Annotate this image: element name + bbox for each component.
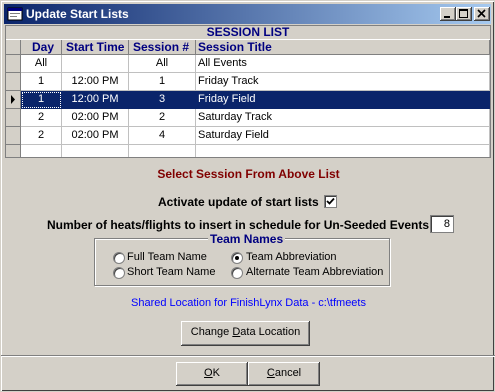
radio-selected-dot bbox=[235, 256, 239, 260]
activate-update-checkbox[interactable] bbox=[324, 195, 337, 208]
button-label-part: Change bbox=[190, 326, 233, 338]
cell-start-time: 02:00 PM bbox=[62, 127, 129, 145]
cancel-button[interactable]: Cancel bbox=[248, 362, 320, 386]
close-button[interactable] bbox=[474, 7, 490, 21]
button-label-part: ata Location bbox=[240, 326, 301, 338]
cell-session-number: 3 bbox=[129, 91, 196, 109]
cell-start-time: 12:00 PM bbox=[62, 91, 129, 109]
radio-full-team-name[interactable] bbox=[113, 252, 125, 264]
cell-day: All bbox=[21, 55, 62, 73]
shared-location-text: Shared Location for FinishLynx Data - c:… bbox=[131, 297, 366, 309]
cell-start-time bbox=[62, 145, 129, 157]
cell-session-title bbox=[196, 145, 490, 157]
grid-corner bbox=[6, 40, 21, 55]
footer-separator bbox=[1, 355, 495, 357]
checkmark-icon bbox=[326, 197, 335, 205]
row-indicator bbox=[6, 145, 21, 157]
change-data-location-button[interactable]: Change Data Location bbox=[181, 321, 310, 346]
cell-day bbox=[21, 145, 62, 157]
column-header-day[interactable]: Day bbox=[21, 40, 62, 55]
maximize-icon bbox=[459, 9, 468, 18]
app-icon bbox=[7, 7, 23, 21]
close-icon bbox=[477, 9, 486, 18]
radio-label-short-team-name[interactable]: Short Team Name bbox=[127, 266, 215, 278]
heats-flights-label: Number of heats/flights to insert in sch… bbox=[47, 218, 437, 232]
maximize-button[interactable] bbox=[456, 7, 472, 21]
window-title: Update Start Lists bbox=[26, 7, 129, 21]
cell-day: 1 bbox=[21, 91, 62, 109]
radio-label-alternate-team-abbreviation[interactable]: Alternate Team Abbreviation bbox=[246, 266, 383, 278]
radio-alternate-team-abbreviation[interactable] bbox=[231, 267, 243, 279]
button-label-part: K bbox=[212, 367, 220, 379]
grid-caption: SESSION LIST bbox=[6, 26, 490, 39]
row-indicator bbox=[6, 73, 21, 91]
minimize-button[interactable] bbox=[440, 7, 456, 21]
minimize-icon bbox=[444, 16, 450, 18]
activate-update-label[interactable]: Activate update of start lists bbox=[158, 195, 319, 209]
heats-flights-input[interactable]: 8 bbox=[430, 215, 454, 233]
cell-start-time bbox=[62, 55, 129, 73]
radio-short-team-name[interactable] bbox=[113, 267, 125, 279]
cell-day: 1 bbox=[21, 73, 62, 91]
radio-label-team-abbreviation[interactable]: Team Abbreviation bbox=[246, 251, 337, 263]
cell-start-time: 12:00 PM bbox=[62, 73, 129, 91]
title-bar[interactable]: Update Start Lists bbox=[4, 4, 491, 24]
cell-session-number: 4 bbox=[129, 127, 196, 145]
cell-session-title: All Events bbox=[196, 55, 490, 73]
team-names-title: Team Names bbox=[208, 232, 286, 246]
cell-session-number: All bbox=[129, 55, 196, 73]
row-indicator bbox=[6, 109, 21, 127]
column-header-start-time[interactable]: Start Time bbox=[62, 40, 129, 55]
cell-session-number: 2 bbox=[129, 109, 196, 127]
update-start-lists-window: Update Start Lists SESSION LIST Day Star… bbox=[0, 0, 495, 392]
cell-session-title: Friday Field bbox=[196, 91, 490, 109]
column-header-session-title[interactable]: Session Title bbox=[196, 40, 490, 55]
cell-session-title: Friday Track bbox=[196, 73, 490, 91]
column-header-session-number[interactable]: Session # bbox=[129, 40, 196, 55]
cell-session-title: Saturday Field bbox=[196, 127, 490, 145]
cell-start-time: 02:00 PM bbox=[62, 109, 129, 127]
ok-button[interactable]: OK bbox=[176, 362, 248, 386]
cell-session-number: 1 bbox=[129, 73, 196, 91]
current-row-arrow-icon bbox=[11, 95, 15, 104]
select-session-prompt: Select Session From Above List bbox=[157, 167, 340, 181]
row-indicator bbox=[6, 91, 21, 109]
cell-session-number bbox=[129, 145, 196, 157]
button-accelerator-key: C bbox=[266, 367, 275, 379]
cell-day: 2 bbox=[21, 109, 62, 127]
radio-label-full-team-name[interactable]: Full Team Name bbox=[127, 251, 207, 263]
button-label-part: ancel bbox=[274, 367, 302, 379]
button-accelerator-key: O bbox=[204, 367, 213, 379]
row-indicator bbox=[6, 55, 21, 73]
cell-session-title: Saturday Track bbox=[196, 109, 490, 127]
radio-team-abbreviation[interactable] bbox=[231, 252, 243, 264]
cell-day: 2 bbox=[21, 127, 62, 145]
row-indicator bbox=[6, 127, 21, 145]
session-list-grid[interactable]: SESSION LIST Day Start Time Session # Se… bbox=[5, 25, 491, 158]
